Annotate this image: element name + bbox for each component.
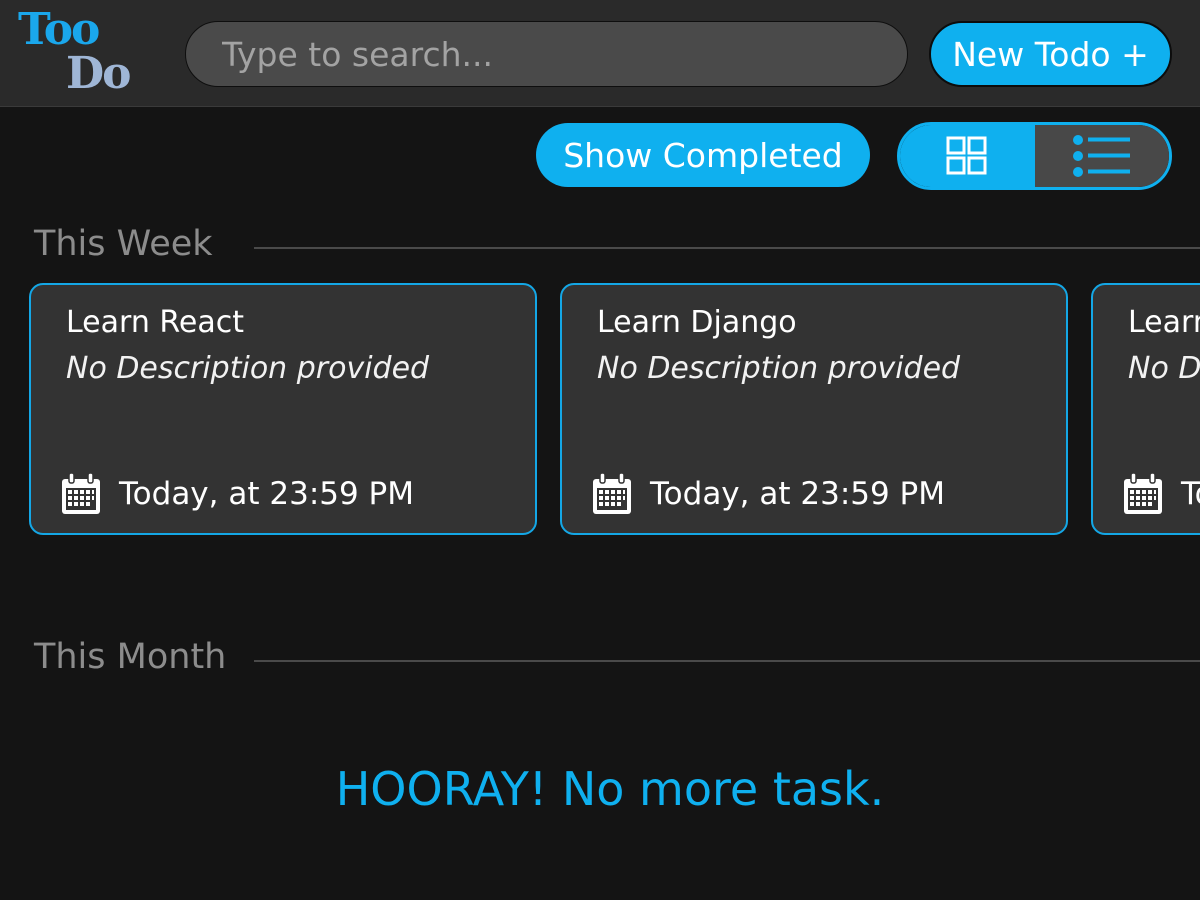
todo-due: Today, at 23:59 PM: [61, 473, 414, 515]
calendar-icon: [62, 473, 100, 514]
todo-due-text: Today, at 23:59 PM: [1181, 476, 1200, 512]
logo-line-too: Too: [18, 4, 100, 55]
section-divider: [254, 660, 1200, 662]
search-input[interactable]: [185, 21, 908, 87]
calendar-icon: [1124, 473, 1162, 514]
section-divider: [254, 247, 1200, 249]
view-toggle: [897, 122, 1172, 190]
app-header: Too Do New Todo +: [0, 0, 1200, 107]
todo-due-text: Today, at 23:59 PM: [650, 476, 945, 512]
grid-view-button[interactable]: [900, 125, 1035, 187]
show-completed-button[interactable]: Show Completed: [536, 123, 870, 187]
calendar-icon: [593, 473, 631, 514]
todo-due: Today, at 23:59 PM: [592, 473, 945, 515]
todo-due: Today, at 23:59 PM: [1123, 473, 1200, 515]
todo-description: No Description provided: [597, 351, 961, 386]
logo-line-do: Do: [66, 48, 132, 99]
todo-card[interactable]: Learn React No Description provided Toda…: [29, 283, 537, 535]
section-title: This Week: [34, 224, 213, 264]
todo-title: Learn Django: [597, 305, 797, 340]
todo-card[interactable]: Learn No Description provided Today, at …: [1091, 283, 1200, 535]
grid-view-icon: [946, 136, 987, 175]
todo-description: No Description provided: [66, 351, 430, 386]
app-logo[interactable]: Too Do: [18, 6, 148, 98]
new-todo-button[interactable]: New Todo +: [929, 21, 1172, 87]
todo-title: Learn: [1128, 305, 1200, 340]
todo-card-list: Learn React No Description provided Toda…: [29, 283, 1200, 535]
section-title: This Month: [34, 637, 227, 677]
section-header-this-month: This Month: [34, 637, 1200, 683]
list-view-button[interactable]: [1034, 125, 1169, 187]
todo-due-text: Today, at 23:59 PM: [119, 476, 414, 512]
list-view-icon: [1072, 135, 1130, 177]
todo-card[interactable]: Learn Django No Description provided Tod…: [560, 283, 1068, 535]
empty-state-message: HOORAY! No more task.: [335, 762, 885, 816]
todo-description: No Description provided: [1128, 351, 1200, 386]
section-header-this-week: This Week: [34, 224, 1200, 270]
todo-title: Learn React: [66, 305, 244, 340]
